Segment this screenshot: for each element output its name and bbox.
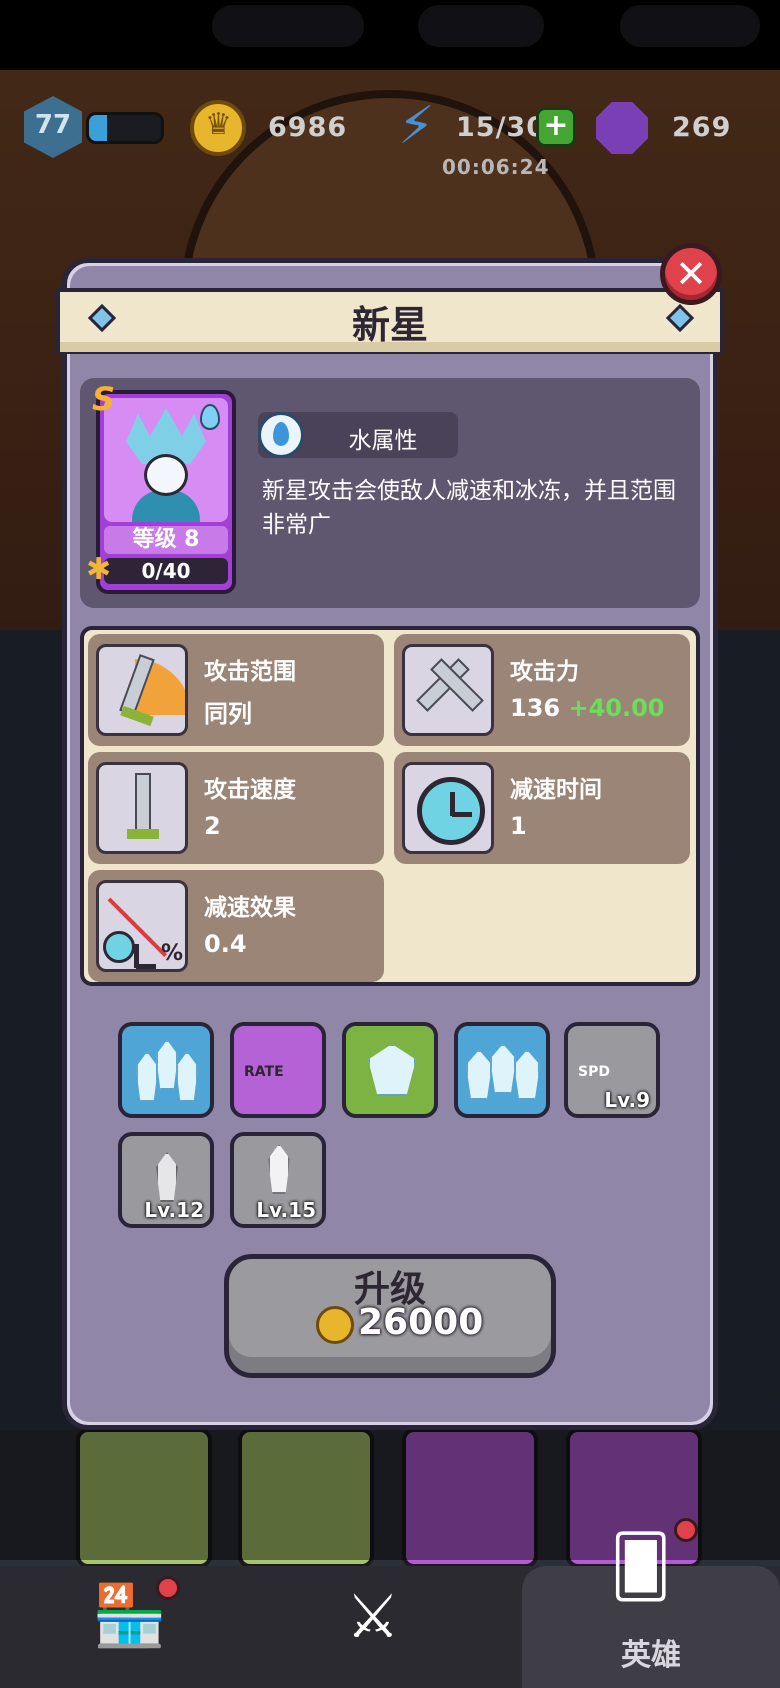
- xp-bar: [86, 112, 164, 144]
- skill-rate-up[interactable]: RATE: [230, 1022, 326, 1118]
- crossed-swords-icon: [402, 644, 494, 736]
- puzzle-piece-icon: ✱: [86, 552, 112, 587]
- hero-level: 等级 8: [104, 526, 228, 554]
- stat-label: 攻击速度: [204, 777, 296, 803]
- crystal-shape: [466, 1050, 492, 1100]
- stat-bonus-value: +40.00: [568, 694, 665, 722]
- shard-progress: 0/40: [104, 558, 228, 584]
- clock-icon: [402, 762, 494, 854]
- stat-value: 136 +40.00: [510, 694, 665, 722]
- energy-amount: 15/30: [456, 112, 547, 143]
- hero-card-icon: 🂠: [610, 1532, 672, 1602]
- hero-name-title: 新星: [351, 303, 428, 347]
- player-level: 77: [34, 110, 72, 140]
- hero-face: [144, 454, 188, 496]
- crystal-shape: [136, 1052, 158, 1102]
- stat-slow-effect: % 减速效果 0.4: [88, 870, 384, 982]
- stat-label: 攻击力: [510, 659, 579, 685]
- stat-label: 减速效果: [204, 895, 296, 921]
- shop-notification-dot: [156, 1576, 180, 1600]
- sword-hilt-shape: [127, 829, 159, 839]
- skill-triple-crystal[interactable]: [454, 1022, 550, 1118]
- hero-notification-dot: [674, 1518, 698, 1542]
- attribute-label: 水属性: [348, 428, 418, 454]
- rank-badge: S: [92, 380, 116, 418]
- sword-blade-shape: [135, 773, 151, 833]
- skill-tag: RATE: [244, 1064, 284, 1080]
- skill-tag: SPD: [578, 1064, 610, 1080]
- skill-unlock-level: Lv.15: [256, 1198, 316, 1222]
- stat-label: 减速时间: [510, 777, 602, 803]
- stat-attack-speed: 攻击速度 2: [88, 752, 384, 864]
- stat-value: 2: [204, 812, 221, 840]
- close-icon: ✕: [675, 252, 707, 296]
- snowflake-spike-shape: [268, 1144, 290, 1194]
- crystal-shape: [490, 1044, 516, 1094]
- energy-timer: 00:06:24: [442, 155, 550, 179]
- gold-pill: [212, 5, 364, 47]
- ice-block-shape: [368, 1044, 416, 1096]
- crystal-shape: [156, 1040, 178, 1090]
- skill-speed-up[interactable]: SPD Lv.9: [564, 1022, 660, 1118]
- clock-face: [417, 777, 485, 845]
- stat-attack-power: 攻击力 136 +40.00: [394, 634, 690, 746]
- battle-swords-icon[interactable]: ⚔: [346, 1582, 400, 1652]
- gold-amount: 6986: [268, 112, 348, 143]
- crystal-shape: [176, 1052, 198, 1102]
- nav-hero-label: 英雄: [621, 1638, 681, 1673]
- skill-unlock-level: Lv.12: [144, 1198, 204, 1222]
- add-energy-button[interactable]: +: [536, 107, 576, 147]
- xp-fill: [89, 115, 107, 141]
- slow-percent-icon: %: [96, 880, 188, 972]
- skill-unlock-level: Lv.9: [604, 1088, 650, 1112]
- skill-crystal-burst[interactable]: Lv.12: [118, 1132, 214, 1228]
- gold-coin-icon: [316, 1306, 354, 1344]
- skill-frost-spikes[interactable]: Lv.15: [230, 1132, 326, 1228]
- hero-description: 新星攻击会使敌人减速和冰冻，并且范围非常广: [262, 478, 676, 538]
- close-button[interactable]: ✕: [660, 243, 722, 305]
- crystal-shape: [514, 1050, 540, 1100]
- upgrade-cost: 26000: [358, 1302, 484, 1343]
- stat-base-value: 136: [510, 694, 561, 722]
- energy-pill: [418, 5, 544, 47]
- skill-ice-crystals[interactable]: [118, 1022, 214, 1118]
- stat-value: 1: [510, 812, 527, 840]
- percent-sign: %: [161, 941, 184, 966]
- range-sword-icon: [96, 644, 188, 736]
- gem-pill: [620, 5, 760, 47]
- water-drop-icon: [258, 412, 304, 458]
- stat-slow-duration: 减速时间 1: [394, 752, 690, 864]
- gem-amount: 269: [672, 112, 732, 143]
- mini-clock-face: [103, 931, 156, 969]
- stat-label: 攻击范围: [204, 659, 296, 685]
- crystal-shape: [156, 1152, 178, 1202]
- skill-freeze-enemy[interactable]: [342, 1022, 438, 1118]
- stat-attack-range: 攻击范围 同列: [88, 634, 384, 746]
- stat-value: 0.4: [204, 930, 247, 958]
- stat-value: 同列: [204, 700, 252, 728]
- gold-crown-icon: [190, 100, 246, 156]
- attack-speed-icon: [96, 762, 188, 854]
- water-element-mini-icon: [200, 404, 220, 430]
- energy-bolt-icon: ⚡: [398, 96, 435, 156]
